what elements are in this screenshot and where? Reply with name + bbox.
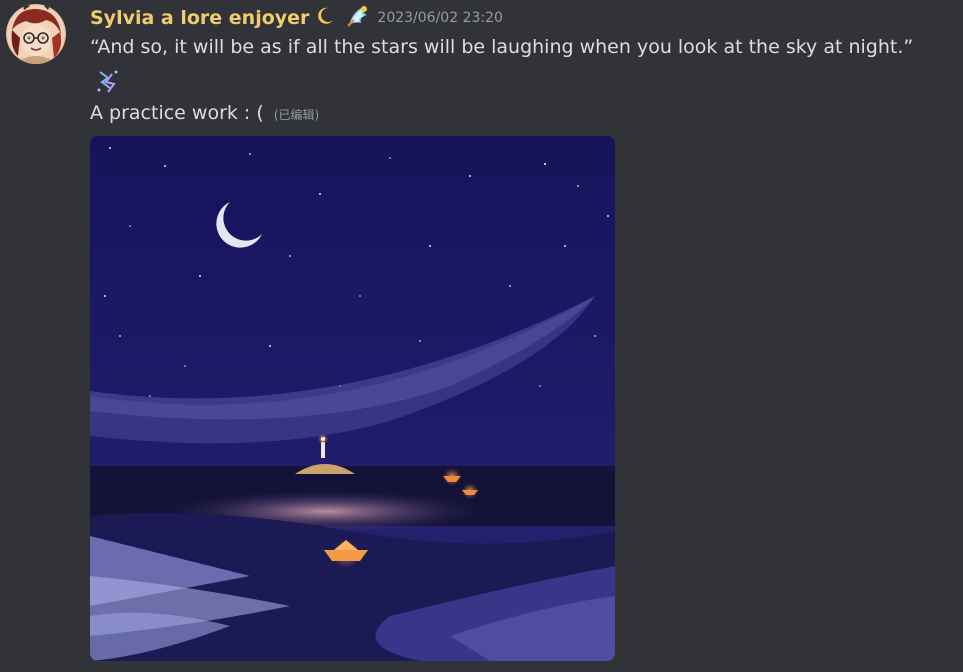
sparkles-icon [96,68,122,100]
crescent-moon-icon [315,6,335,30]
avatar[interactable] [6,4,66,64]
username[interactable]: Sylvia a lore enjoyer [90,7,309,29]
edited-label: (已编辑) [273,108,320,122]
chat-message: Sylvia a lore enjoyer 2023/06/02 23:20 “… [0,0,963,672]
message-text-2: A practice work : ( (已编辑) [90,102,319,124]
image-attachment[interactable] [90,136,615,661]
message-timestamp: 2023/06/02 23:20 [377,10,503,26]
message-text-2-content: A practice work : ( [90,102,264,124]
avatar-illustration [6,4,66,64]
winged-badge-icon[interactable] [345,3,371,33]
night-sky-painting [90,136,615,661]
message-text: “And so, it will be as if all the stars … [90,36,914,58]
message-header: Sylvia a lore enjoyer 2023/06/02 23:20 [90,4,503,32]
